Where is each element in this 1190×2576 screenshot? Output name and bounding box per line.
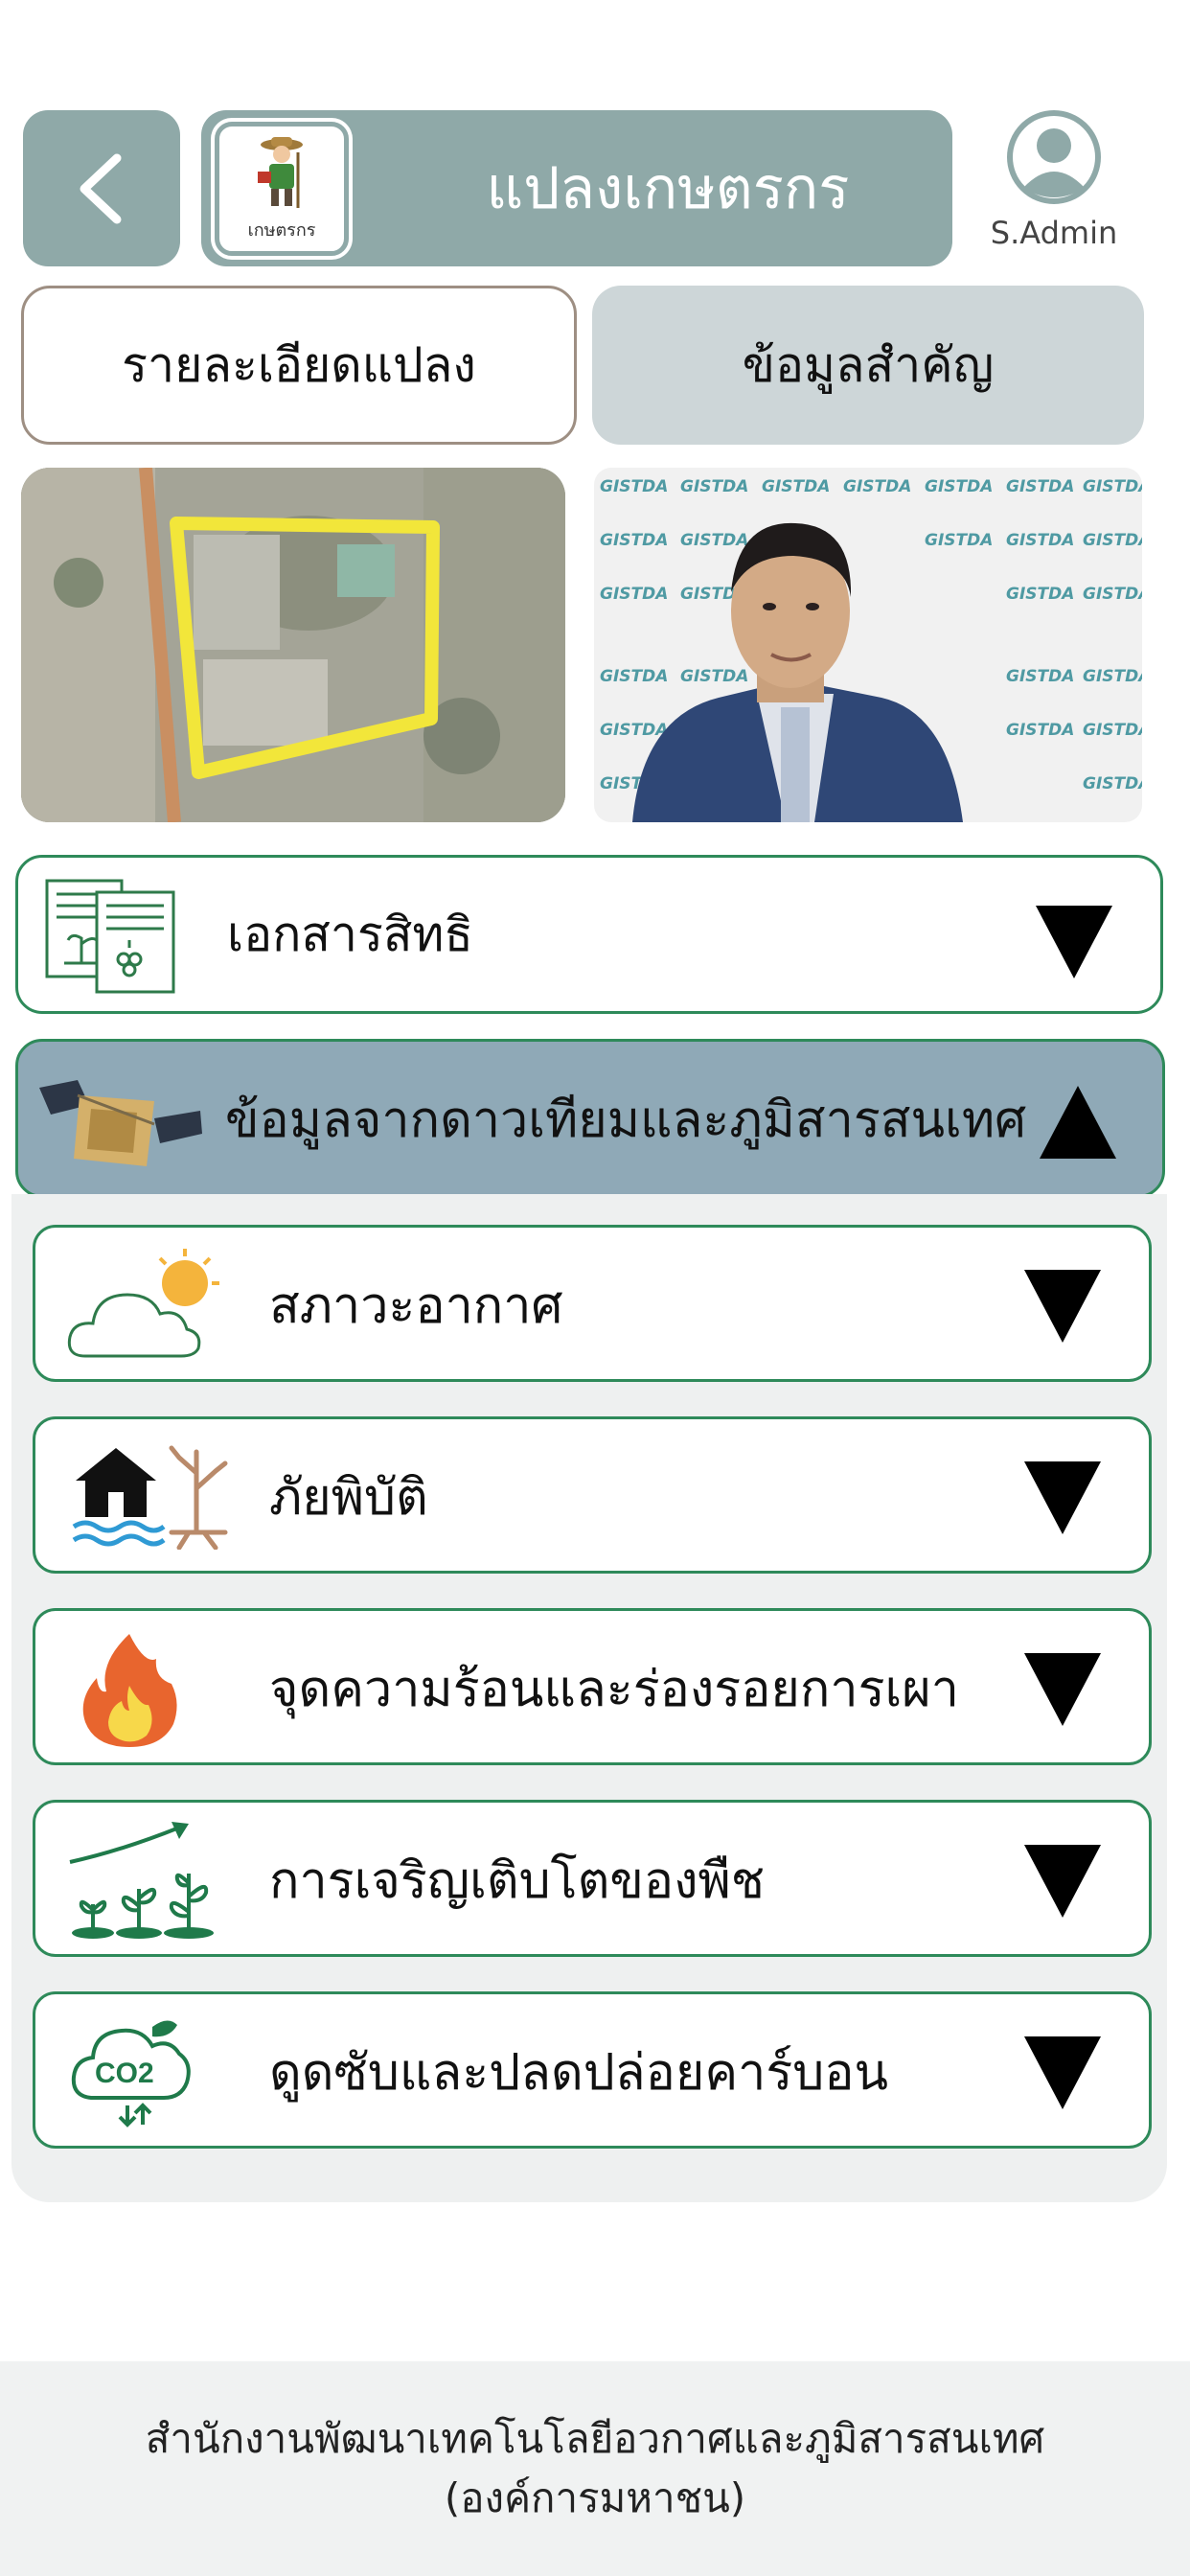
hotspot-label: จุดความร้อนและร่องรอยการเผา bbox=[269, 1660, 959, 1718]
accordion-satellite[interactable]: ข้อมูลจากดาวเทียมและภูมิสารสนเทศ bbox=[15, 1039, 1165, 1198]
plant-growth-icon bbox=[64, 1820, 217, 1943]
chevron-down-icon bbox=[1024, 2036, 1101, 2109]
farmer-icon bbox=[258, 137, 303, 208]
fire-icon bbox=[78, 1630, 183, 1753]
tab-plot-details[interactable]: รายละเอียดแปลง bbox=[21, 286, 577, 445]
cloud-sun-icon bbox=[66, 1245, 229, 1368]
accordion-documents[interactable]: เอกสารสิทธิ bbox=[15, 855, 1163, 1014]
page-title: แปลงเกษตรกร bbox=[486, 155, 850, 222]
weather-label: สภาวะอากาศ bbox=[269, 1276, 563, 1335]
documents-icon bbox=[43, 877, 187, 1000]
chevron-down-icon bbox=[1024, 1270, 1101, 1343]
chevron-down-icon bbox=[1024, 1845, 1101, 1918]
plot-map-image[interactable] bbox=[21, 468, 565, 822]
tab-key-info[interactable]: ข้อมูลสำคัญ bbox=[592, 286, 1144, 445]
footer-organization-type: (องค์การมหาชน) bbox=[444, 2474, 746, 2521]
accordion-plant-growth[interactable]: การเจริญเติบโตของพืช bbox=[33, 1800, 1152, 1957]
footer: สำนักงานพัฒนาเทคโนโลยีอวกาศและภูมิสารสนเ… bbox=[0, 2361, 1190, 2576]
accordion-disaster[interactable]: ภัยพิบัติ bbox=[33, 1416, 1152, 1574]
person-portrait bbox=[632, 522, 963, 822]
accordion-carbon[interactable]: CO2 ดูดซับและปลดปล่อยคาร์บอน bbox=[33, 1991, 1152, 2149]
back-button[interactable] bbox=[23, 110, 180, 266]
logo-label: เกษตรกร bbox=[247, 220, 316, 241]
co2-icon: CO2 bbox=[70, 2013, 195, 2132]
disaster-icon bbox=[72, 1444, 235, 1553]
chevron-down-icon bbox=[1036, 906, 1112, 978]
farmer-logo: เกษตรกร bbox=[215, 122, 349, 256]
farmer-photo[interactable]: GISTDA GISTDA GISTDA GISTDA GISTDA GISTD… bbox=[594, 468, 1142, 822]
satellite-label: ข้อมูลจากดาวเทียมและภูมิสารสนเทศ bbox=[225, 1091, 1027, 1149]
chevron-down-icon bbox=[1024, 1461, 1101, 1534]
footer-organization: สำนักงานพัฒนาเทคโนโลยีอวกาศและภูมิสารสนเ… bbox=[145, 2415, 1045, 2462]
satellite-icon bbox=[39, 1076, 202, 1176]
documents-label: เอกสารสิทธิ bbox=[227, 906, 473, 962]
user-profile[interactable]: S.Admin bbox=[968, 107, 1140, 270]
page-title-bar: เกษตรกร แปลงเกษตรกร bbox=[201, 110, 952, 266]
disaster-label: ภัยพิบัติ bbox=[269, 1468, 428, 1527]
co2-text: CO2 bbox=[95, 2058, 154, 2089]
user-avatar-icon bbox=[1007, 110, 1101, 204]
chevron-up-icon bbox=[1040, 1086, 1116, 1159]
carbon-label: ดูดซับและปลดปล่อยคาร์บอน bbox=[269, 2043, 889, 2102]
user-label: S.Admin bbox=[990, 215, 1118, 251]
chevron-down-icon bbox=[1024, 1653, 1101, 1726]
accordion-weather[interactable]: สภาวะอากาศ bbox=[33, 1225, 1152, 1382]
accordion-hotspot[interactable]: จุดความร้อนและร่องรอยการเผา bbox=[33, 1608, 1152, 1765]
plant-growth-label: การเจริญเติบโตของพืช bbox=[269, 1852, 766, 1910]
chevron-left-icon bbox=[80, 153, 122, 223]
